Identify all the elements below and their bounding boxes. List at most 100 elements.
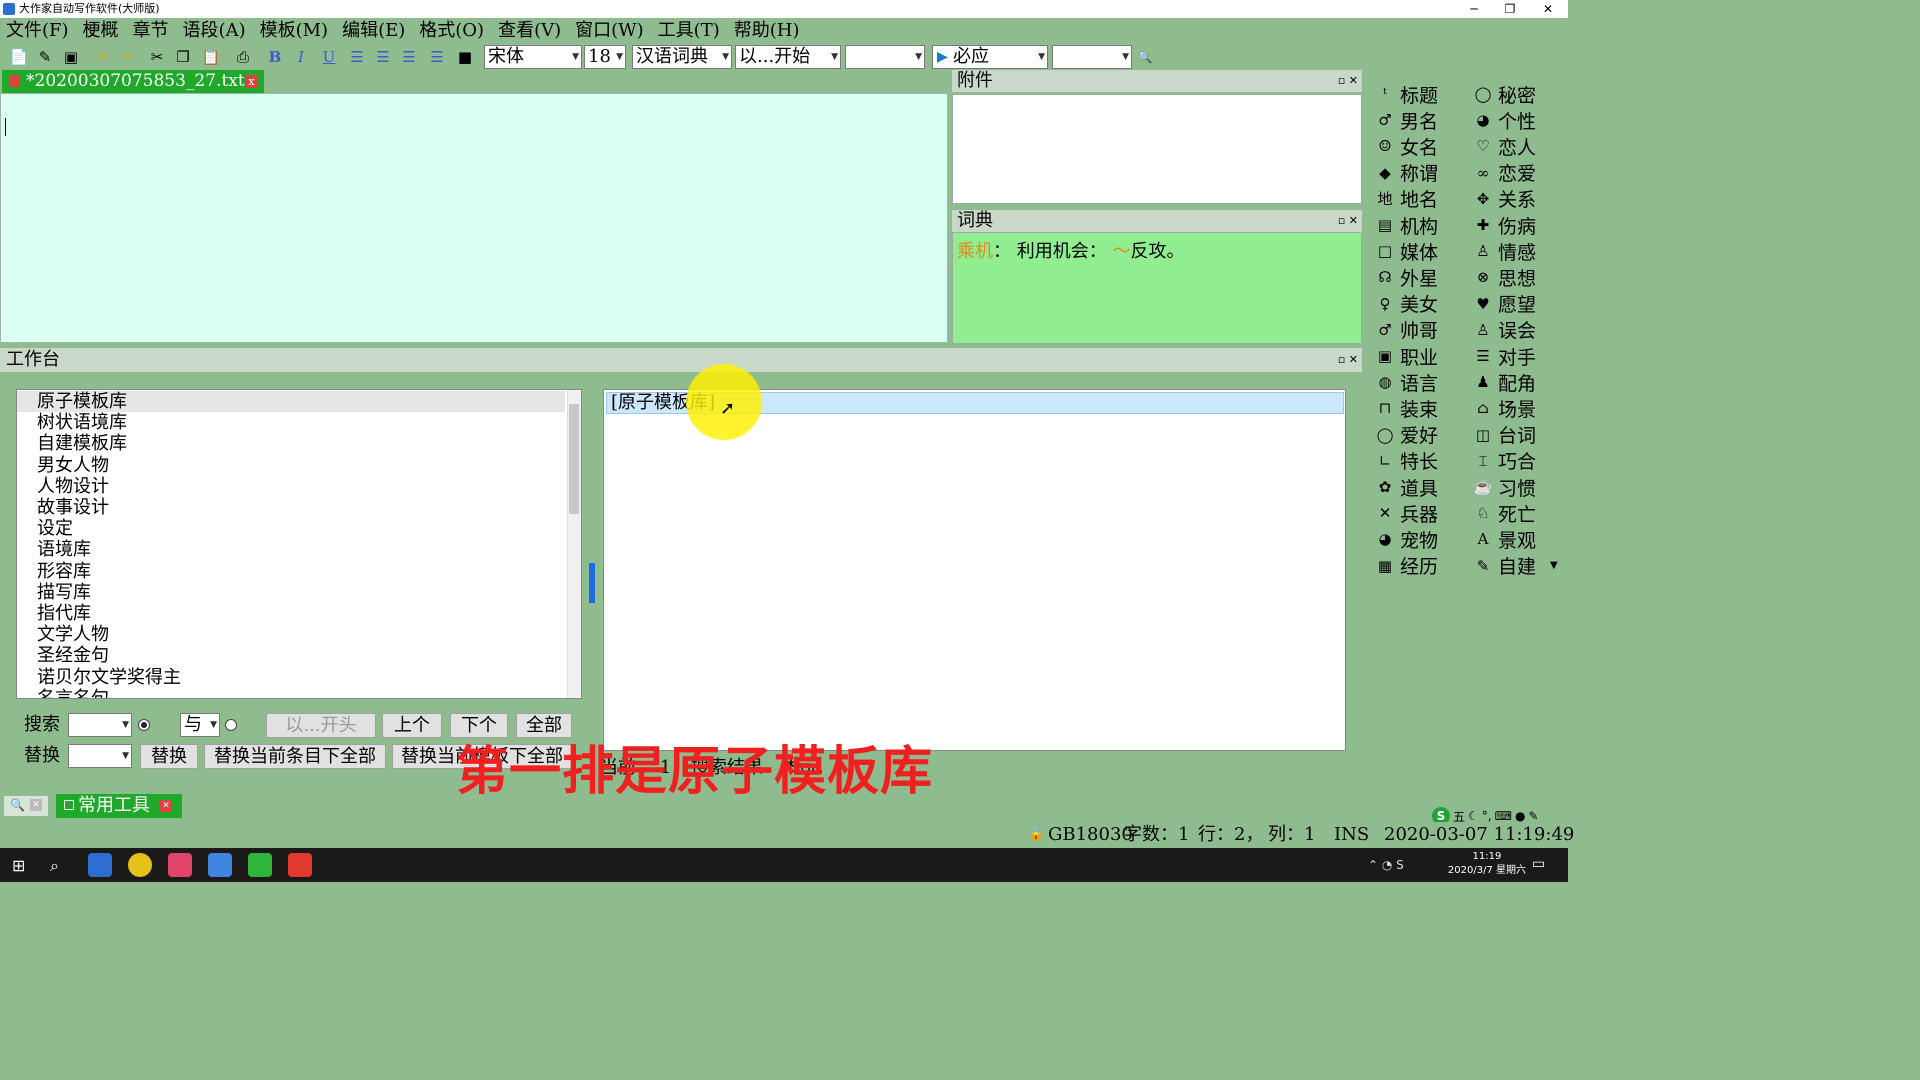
palette-item-right-0[interactable]: ◯ 秘密 — [1472, 81, 1536, 107]
panel-controls[interactable]: ▫ ✕ — [1338, 210, 1358, 232]
undo-icon[interactable]: ↶ — [92, 46, 114, 68]
tree-item[interactable]: 树状语境库 — [17, 412, 565, 433]
close-window-button[interactable]: ✕ — [1530, 0, 1566, 18]
palette-item-right-13[interactable]: ◫ 台词 — [1472, 422, 1536, 448]
paste-icon[interactable]: 📋 — [200, 46, 222, 68]
font-size-select[interactable]: 18 ▼ — [584, 45, 626, 69]
close-icon[interactable]: ✕ — [160, 800, 172, 812]
menu-help[interactable]: 帮助(H) — [734, 18, 800, 43]
palette-item-left-10[interactable]: ▣ 职业 — [1374, 343, 1438, 369]
pane-splitter[interactable] — [589, 563, 595, 603]
menu-file[interactable]: 文件(F) — [6, 18, 69, 43]
tree-item[interactable]: 诺贝尔文学奖得主 — [17, 667, 565, 688]
redo-icon[interactable]: ↷ — [118, 46, 140, 68]
prev-button[interactable]: 上个 — [382, 713, 442, 738]
palette-item-left-7[interactable]: ☊ 外星 — [1374, 264, 1438, 290]
palette-item-right-18[interactable]: ✎ 自建 — [1472, 553, 1536, 579]
menu-chapter[interactable]: 章节 — [133, 18, 169, 43]
palette-item-right-3[interactable]: ∞ 恋爱 — [1472, 160, 1536, 186]
tree-item[interactable]: 圣经金句 — [17, 645, 565, 666]
color-icon[interactable]: ■ — [454, 46, 476, 68]
dictionary-select[interactable]: 汉语词典 ▼ — [632, 45, 732, 69]
keyboard-icon[interactable]: ⌨ — [1495, 809, 1512, 823]
copy-icon[interactable]: ❐ — [172, 46, 194, 68]
tree-item[interactable]: 名言名句 — [17, 688, 565, 698]
palette-item-right-6[interactable]: ♙ 情感 — [1472, 238, 1536, 264]
maximize-button[interactable]: ❐ — [1492, 0, 1528, 18]
tree-scrollbar[interactable] — [567, 390, 581, 698]
palette-item-right-8[interactable]: ♥ 愿望 — [1472, 291, 1536, 317]
tree-item[interactable]: 故事设计 — [17, 497, 565, 518]
cut-icon[interactable]: ✂ — [146, 46, 168, 68]
palette-item-left-12[interactable]: ⊓ 装束 — [1374, 395, 1438, 421]
open-file-icon[interactable]: ✎ — [34, 46, 56, 68]
save-icon[interactable]: ▣ — [60, 46, 82, 68]
close-icon[interactable]: ✕ — [30, 799, 42, 811]
menu-format[interactable]: 格式(O) — [419, 18, 484, 43]
menu-window[interactable]: 窗口(W) — [575, 18, 644, 43]
moon-icon[interactable]: ☾ — [1468, 809, 1479, 823]
windows-start-icon[interactable]: ⊞ — [12, 856, 25, 875]
align-left-icon[interactable]: ☰ — [346, 46, 368, 68]
taskbar-clock[interactable]: 11:19 2020/3/7 星期六 — [1448, 850, 1526, 878]
lookup-input[interactable]: ▼ — [845, 45, 925, 69]
wrench-icon[interactable]: ✎ — [1528, 809, 1538, 823]
attachment-panel[interactable] — [952, 94, 1362, 204]
palette-item-left-0[interactable]: ᵗ 标题 — [1374, 81, 1438, 107]
palette-item-left-13[interactable]: ◯ 爱好 — [1374, 422, 1438, 448]
document-tab[interactable]: *20200307075853_27.txt x — [2, 70, 264, 93]
all-button[interactable]: 全部 — [516, 713, 572, 738]
punctuation-icon[interactable]: °, — [1482, 809, 1492, 823]
search-icon[interactable]: 🔍 — [1134, 46, 1156, 68]
palette-item-right-5[interactable]: ✚ 伤病 — [1472, 212, 1536, 238]
results-list[interactable]: [原子模板库] — [603, 389, 1346, 751]
palette-more-icon[interactable]: ▼ — [1550, 553, 1558, 579]
search-mode-radio-2[interactable] — [225, 719, 237, 731]
match-select[interactable]: 以...开始 ▼ — [735, 45, 841, 69]
palette-item-right-9[interactable]: ♙ 误会 — [1472, 317, 1536, 343]
tree-item[interactable]: 语境库 — [17, 539, 565, 560]
palette-item-right-14[interactable]: ⌶ 巧合 — [1472, 448, 1536, 474]
writer-taskbar-icon[interactable] — [208, 853, 232, 877]
palette-item-right-2[interactable]: ♡ 恋人 — [1472, 133, 1536, 159]
browser-taskbar-icon[interactable] — [128, 853, 152, 877]
menu-paragraph[interactable]: 语段(A) — [183, 18, 246, 43]
underline-icon[interactable]: U — [318, 46, 340, 68]
palette-item-left-5[interactable]: ▤ 机构 — [1374, 212, 1438, 238]
palette-item-right-12[interactable]: ⌂ 场景 — [1472, 395, 1536, 421]
panel-controls[interactable]: ▫ ✕ — [1338, 70, 1358, 92]
bold-icon[interactable]: B — [264, 46, 286, 68]
palette-item-right-4[interactable]: ✥ 关系 — [1472, 186, 1536, 212]
search-tab[interactable]: 🔍 ✕ — [4, 796, 48, 816]
web-search-input[interactable]: ▼ — [1052, 45, 1132, 69]
tree-item[interactable]: 男女人物 — [17, 455, 565, 476]
align-center-icon[interactable]: ☰ — [372, 46, 394, 68]
replace-input[interactable]: ▼ — [68, 744, 132, 768]
menu-view[interactable]: 查看(V) — [498, 18, 561, 43]
palette-item-left-1[interactable]: ♂ 男名 — [1374, 107, 1438, 133]
search-mode-radio-1[interactable] — [138, 719, 150, 731]
search-input[interactable]: ▼ — [68, 713, 132, 737]
green-app-taskbar-icon[interactable] — [248, 853, 272, 877]
tree-item[interactable]: 自建模板库 — [17, 433, 565, 454]
tree-item[interactable]: 设定 — [17, 518, 565, 539]
print-icon[interactable]: ⎙ — [232, 46, 254, 68]
text-editor[interactable] — [0, 93, 948, 343]
tree-item[interactable]: 形容库 — [17, 561, 565, 582]
palette-item-left-8[interactable]: ♀ 美女 — [1374, 291, 1439, 317]
palette-item-left-17[interactable]: ◕ 宠物 — [1374, 526, 1438, 552]
tray-icons[interactable]: ⌃ ◔ S — [1368, 858, 1404, 872]
scroll-thumb[interactable] — [569, 404, 579, 514]
begin-with-select[interactable]: 以...开头 — [266, 713, 376, 738]
search-icon[interactable]: ⌕ — [50, 856, 59, 876]
palette-item-right-17[interactable]: A 景观 — [1472, 526, 1536, 552]
palette-item-left-3[interactable]: ◆ 称谓 — [1374, 160, 1438, 186]
palette-item-right-16[interactable]: ♘ 死亡 — [1472, 500, 1536, 526]
panel-controls[interactable]: ▫ ✕ — [1338, 348, 1358, 372]
close-icon[interactable]: x — [245, 75, 258, 88]
palette-item-left-9[interactable]: ♂ 帅哥 — [1374, 317, 1438, 343]
palette-item-left-18[interactable]: ▦ 经历 — [1374, 553, 1438, 579]
user-icon[interactable]: ● — [1515, 809, 1525, 823]
app-taskbar-icon[interactable] — [88, 853, 112, 877]
palette-item-left-15[interactable]: ✿ 道具 — [1374, 474, 1438, 500]
